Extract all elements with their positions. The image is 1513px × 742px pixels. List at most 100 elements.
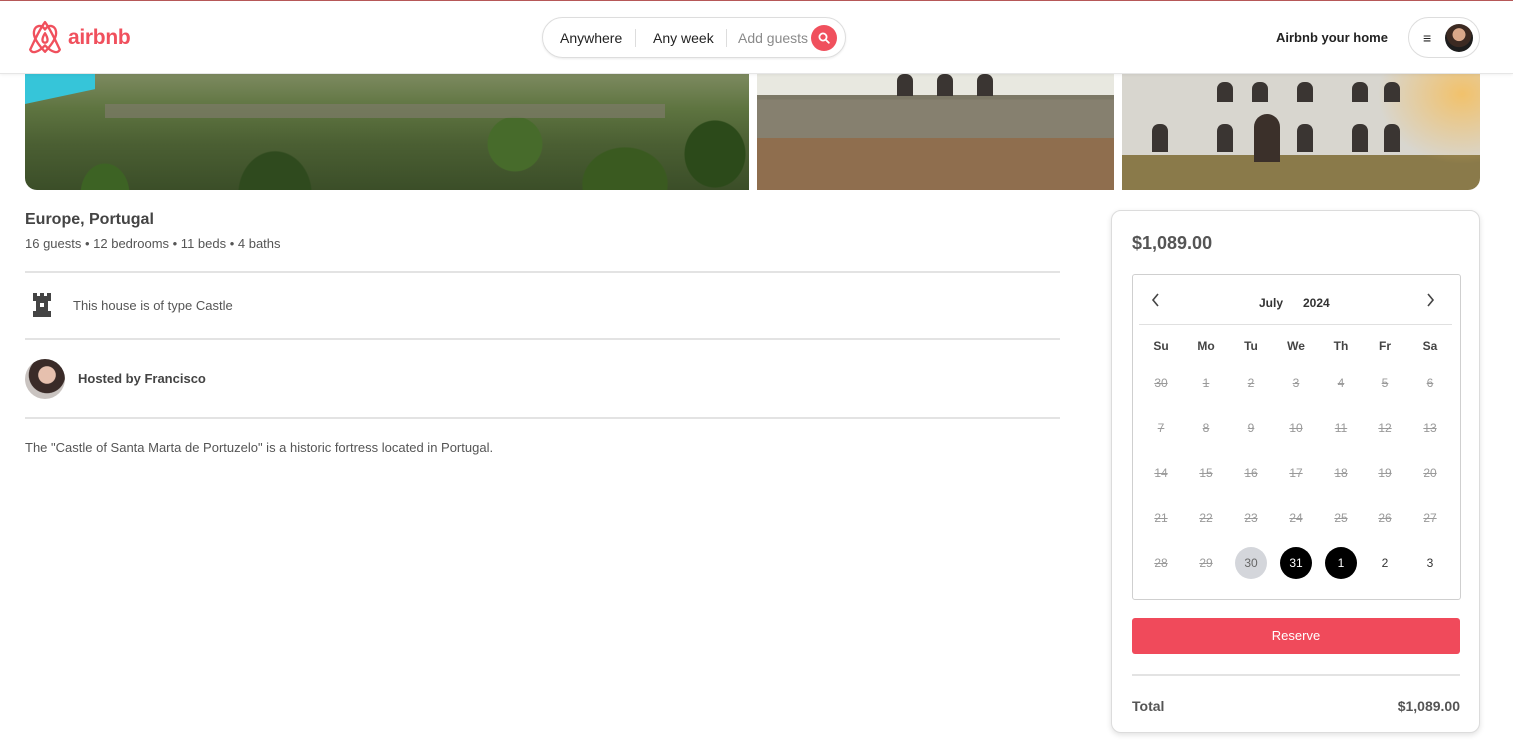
calendar-day: 20 [1423,466,1437,480]
total-value: $1,089.00 [1397,698,1460,714]
window-shape [1352,82,1368,102]
pool-shape [25,74,95,104]
calendar-day: 16 [1244,466,1258,480]
photo-gallery [25,74,1480,190]
window-shape [1384,82,1400,102]
calendar-day: 26 [1378,511,1392,525]
calendar-day: 23 [1244,511,1258,525]
calendar-day[interactable]: 30 [1235,547,1267,579]
window-shape [977,74,993,96]
window-shape [1297,82,1313,102]
search-location[interactable]: Anywhere [560,17,622,58]
calendar-day[interactable]: 3 [1414,547,1446,579]
menu-icon: ≡ [1423,30,1432,46]
calendar-day: 13 [1423,421,1437,435]
calendar-day[interactable]: 31 [1280,547,1312,579]
calendar-day: 28 [1154,556,1168,570]
calendar-day[interactable]: 1 [1325,547,1357,579]
booking-card: $1,089.00 July 2024 Su Mo Tu We Th Fr Sa 30 1 2 3 4… [1111,210,1480,733]
reserve-button[interactable]: Reserve [1132,618,1460,654]
wall-shape [105,104,665,118]
host-avatar [25,359,65,399]
calendar-month: July [1259,296,1284,310]
window-shape [1352,124,1368,152]
section-divider [25,417,1060,419]
calendar-day: 17 [1289,466,1303,480]
window-shape [1297,124,1313,152]
gallery-photo-main[interactable] [25,74,749,190]
listing-description: The "Castle of Santa Marta de Portuzelo"… [25,440,494,455]
calendar-day: 6 [1426,376,1434,390]
window-shape [1252,82,1268,102]
calendar-day[interactable]: 2 [1369,547,1401,579]
calendar-day: 14 [1154,466,1168,480]
calendar-day: 10 [1289,421,1303,435]
calendar-day: 2 [1247,376,1255,390]
section-divider [25,338,1060,340]
airbnb-your-home-link[interactable]: Airbnb your home [1276,30,1388,45]
calendar-day: 27 [1423,511,1437,525]
listing-details: 16 guests • 12 bedrooms • 11 beds • 4 ba… [25,236,281,251]
calendar-day: 11 [1334,421,1348,435]
window-shape [1217,124,1233,152]
calendar-day: 7 [1157,421,1165,435]
window-shape [1217,82,1233,102]
calendar-day: 15 [1199,466,1213,480]
window-shape [1384,124,1400,152]
search-divider [635,29,636,47]
window-shape [937,74,953,96]
calendar-weekday: Su [1153,339,1169,353]
calendar-weekday: Sa [1422,339,1438,353]
calendar-day: 5 [1381,376,1389,390]
calendar-day: 25 [1334,511,1348,525]
user-menu-button[interactable]: ≡ [1408,17,1480,58]
calendar-day: 29 [1199,556,1213,570]
calendar-day: 30 [1154,376,1168,390]
search-divider [726,29,727,47]
search-guests[interactable]: Add guests [738,17,808,58]
calendar-day: 24 [1289,511,1303,525]
search-bar[interactable]: Anywhere Any week Add guests [542,17,846,58]
calendar-divider [1139,324,1452,325]
calendar-weekday: Fr [1379,339,1391,353]
chevron-left-icon[interactable] [1151,291,1161,312]
castle-icon [33,293,51,317]
calendar-day: 21 [1154,511,1168,525]
airbnb-logo-icon [29,20,61,54]
window-shape [1152,124,1168,152]
window-shape [897,74,913,96]
card-divider [1132,674,1460,676]
calendar-day: 4 [1337,376,1345,390]
search-icon [818,32,830,44]
calendar-day: 19 [1378,466,1392,480]
calendar-day: 18 [1334,466,1348,480]
gallery-photo-2[interactable] [757,74,1114,190]
calendar-day: 3 [1292,376,1300,390]
site-header: airbnb Anywhere Any week Add guests Airb… [0,1,1513,74]
calendar-day: 12 [1378,421,1392,435]
airbnb-logo[interactable]: airbnb [28,20,131,56]
date-calendar: July 2024 Su Mo Tu We Th Fr Sa 30 1 2 3 4 5 6 7 8 9 10 11 1… [1132,274,1461,600]
booking-price: $1,089.00 [1132,233,1213,253]
search-dates[interactable]: Any week [653,17,714,58]
search-button[interactable] [811,25,837,51]
calendar-day: 8 [1202,421,1210,435]
door-shape [1254,114,1280,162]
listing-location: Europe, Portugal [25,211,154,228]
calendar-year: 2024 [1303,296,1330,310]
calendar-weekday: Tu [1244,339,1258,353]
calendar-day: 1 [1202,376,1210,390]
calendar-day: 22 [1199,511,1213,525]
listing-type-text: This house is of type Castle [73,298,233,313]
user-avatar [1445,24,1473,52]
brand-name: airbnb [68,26,131,49]
gallery-photo-3[interactable] [1122,74,1480,190]
calendar-weekday: Th [1333,339,1349,353]
calendar-day: 9 [1247,421,1255,435]
section-divider [25,271,1060,273]
total-label: Total [1132,698,1165,714]
calendar-weekday: We [1287,339,1305,353]
chevron-right-icon[interactable] [1425,291,1435,312]
host-name: Hosted by Francisco [78,371,206,386]
calendar-weekday: Mo [1197,339,1215,353]
